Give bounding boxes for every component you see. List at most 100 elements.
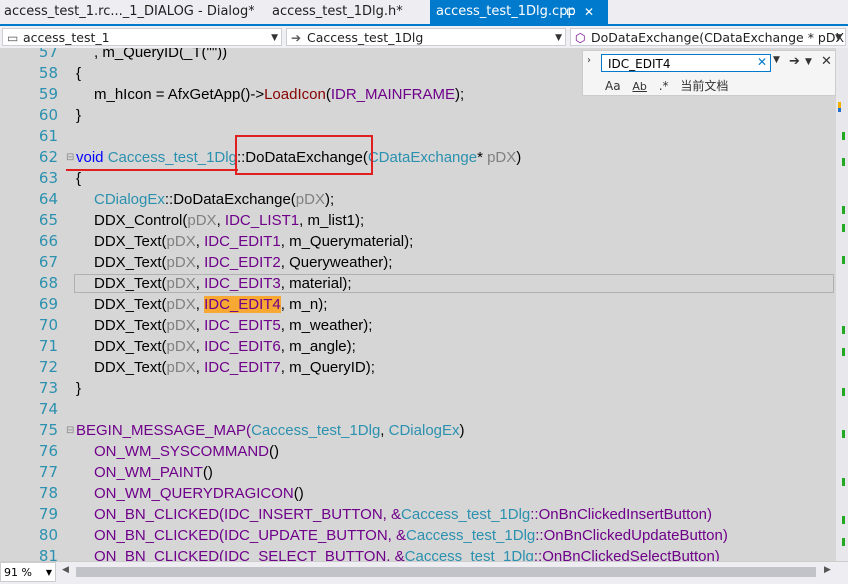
code-line: 66 DDX_Text(pDX, IDC_EDIT1, m_Querymater… [0, 231, 836, 252]
match-case-toggle[interactable]: Aa [605, 79, 621, 93]
code-line: 69 DDX_Text(pDX, IDC_EDIT4, m_n); [0, 294, 836, 315]
code-text: DDX_Text(pDX, IDC_EDIT4, m_n); [94, 296, 328, 313]
line-number: 70 [38, 316, 58, 334]
arrow-right-icon: ➔ [291, 31, 302, 45]
scroll-marker [842, 326, 845, 334]
code-text: { [76, 65, 82, 82]
collapse-icon[interactable]: ⊟ [66, 147, 74, 168]
line-number: 61 [38, 127, 58, 145]
pin-icon[interactable]: ⊏ [566, 0, 575, 24]
line-number: 69 [38, 295, 58, 313]
tab-label: access_test_1Dlg.h* [272, 4, 403, 19]
code-line: 75 ⊟ BEGIN_MESSAGE_MAP(Caccess_test_1Dlg… [0, 420, 836, 441]
line-number: 65 [38, 211, 58, 229]
line-number: 66 [38, 232, 58, 250]
line-number: 68 [38, 274, 58, 292]
class-name: Caccess_test_1Dlg [307, 30, 424, 45]
code-editor[interactable]: 57 , m_QueryID(_T("")) 58 { 59 m_hIcon =… [0, 48, 836, 561]
clear-icon[interactable]: ✕ [757, 55, 767, 69]
regex-icon[interactable]: .* [659, 79, 669, 93]
tab-dlg-header[interactable]: access_test_1Dlg.h* [272, 0, 422, 24]
tab-dlg-cpp[interactable]: access_test_1Dlg.cpp ⊏ ✕ [430, 0, 608, 24]
line-number: 62 [38, 148, 58, 166]
code-line: 60 } [0, 105, 836, 126]
scroll-marker [842, 224, 845, 232]
tab-dialog-rc[interactable]: access_test_1.rc..._1_DIALOG - Dialog* [4, 0, 254, 24]
chevron-down-icon: ▼ [835, 33, 842, 43]
scroll-marker [842, 516, 845, 524]
find-input[interactable]: IDC_EDIT4 [601, 54, 771, 72]
line-number: 63 [38, 169, 58, 187]
scroll-marker [838, 108, 841, 112]
code-line: 79 ON_BN_CLICKED(IDC_INSERT_BUTTON, &Cac… [0, 504, 836, 525]
code-line: 71 DDX_Text(pDX, IDC_EDIT6, m_angle); [0, 336, 836, 357]
code-text: DDX_Control(pDX, IDC_LIST1, m_list1); [94, 212, 365, 229]
code-line: 72 DDX_Text(pDX, IDC_EDIT7, m_QueryID); [0, 357, 836, 378]
code-line: 64 CDialogEx::DoDataExchange(pDX); [0, 189, 836, 210]
horizontal-scrollbar[interactable] [76, 567, 816, 577]
line-number: 77 [38, 463, 58, 481]
scroll-marker [842, 132, 845, 140]
line-number: 81 [38, 547, 58, 561]
project-name: access_test_1 [23, 30, 110, 45]
chevron-down-icon[interactable]: ▼ [773, 55, 780, 65]
code-line: 74 [0, 399, 836, 420]
code-text: DDX_Text(pDX, IDC_EDIT3, material); [94, 275, 352, 292]
code-line: 73 } [0, 378, 836, 399]
scroll-marker [842, 478, 845, 486]
annotation-red-underline [66, 169, 238, 171]
scroll-left-icon[interactable]: ◀ [62, 565, 69, 575]
code-line: 63 { [0, 168, 836, 189]
line-number: 74 [38, 400, 58, 418]
code-line: 62 ⊟ void Caccess_test_1Dlg::DoDataExcha… [0, 147, 836, 168]
scroll-marker [842, 256, 845, 264]
line-number: 78 [38, 484, 58, 502]
chevron-down-icon: ▼ [555, 33, 562, 43]
expand-replace-icon[interactable]: › [587, 55, 591, 66]
whole-word-toggle[interactable]: Ab [632, 80, 647, 93]
close-icon[interactable]: ✕ [821, 54, 832, 69]
find-next-icon[interactable]: ➔ [789, 54, 800, 69]
code-line: 67 DDX_Text(pDX, IDC_EDIT2, Queryweather… [0, 252, 836, 273]
scope-dropdown[interactable]: 当前文档 [680, 79, 728, 93]
code-text: DDX_Text(pDX, IDC_EDIT1, m_Querymaterial… [94, 233, 414, 250]
chevron-down-icon[interactable]: ▼ [805, 57, 812, 67]
code-line: 80 ON_BN_CLICKED(IDC_UPDATE_BUTTON, &Cac… [0, 525, 836, 546]
code-line: 70 DDX_Text(pDX, IDC_EDIT5, m_weather); [0, 315, 836, 336]
project-icon: ▭ [7, 31, 19, 45]
scroll-marker [842, 430, 845, 438]
class-dropdown[interactable]: ➔ Caccess_test_1Dlg ▼ [286, 28, 566, 46]
close-icon[interactable]: ✕ [584, 0, 594, 24]
scroll-marker [842, 538, 845, 546]
line-number: 64 [38, 190, 58, 208]
scroll-right-icon[interactable]: ▶ [824, 565, 831, 575]
scroll-marker [842, 388, 845, 396]
code-line: 81 ON_BN_CLICKED(IDC_SELECT_BUTTON, &Cac… [0, 546, 836, 561]
line-number: 58 [38, 64, 58, 82]
find-match-highlight: IDC_EDIT4 [204, 296, 281, 313]
vertical-scrollbar[interactable] [836, 48, 848, 561]
code-line: 78 ON_WM_QUERYDRAGICON() [0, 483, 836, 504]
scroll-marker [842, 158, 845, 166]
code-text: BEGIN_MESSAGE_MAP(Caccess_test_1Dlg, CDi… [76, 422, 465, 439]
member-dropdown[interactable]: ⬡ DoDataExchange(CDataExchange * pDX) ▼ [570, 28, 846, 46]
code-line: 77 ON_WM_PAINT() [0, 462, 836, 483]
code-text: DDX_Text(pDX, IDC_EDIT5, m_weather); [94, 317, 373, 334]
code-text: ON_BN_CLICKED(IDC_SELECT_BUTTON, &Cacces… [94, 548, 720, 561]
line-number: 60 [38, 106, 58, 124]
collapse-icon[interactable]: ⊟ [66, 420, 74, 441]
line-number: 59 [38, 85, 58, 103]
navigation-bar: ▭ access_test_1 ▼ ➔ Caccess_test_1Dlg ▼ … [0, 26, 848, 49]
zoom-dropdown[interactable]: 91 % ▼ [0, 562, 56, 582]
line-number: 76 [38, 442, 58, 460]
code-line-current: 68 DDX_Text(pDX, IDC_EDIT3, material); [0, 273, 836, 294]
project-dropdown[interactable]: ▭ access_test_1 ▼ [2, 28, 282, 46]
code-text: ON_BN_CLICKED(IDC_INSERT_BUTTON, &Cacces… [94, 506, 713, 523]
code-text: DDX_Text(pDX, IDC_EDIT7, m_QueryID); [94, 359, 375, 376]
code-text: CDialogEx::DoDataExchange(pDX); [94, 191, 335, 208]
line-number: 72 [38, 358, 58, 376]
document-tab-bar: access_test_1.rc..._1_DIALOG - Dialog* a… [0, 0, 848, 26]
code-text: } [76, 107, 82, 124]
tab-label: access_test_1.rc..._1_DIALOG - Dialog* [4, 4, 254, 19]
line-number: 67 [38, 253, 58, 271]
